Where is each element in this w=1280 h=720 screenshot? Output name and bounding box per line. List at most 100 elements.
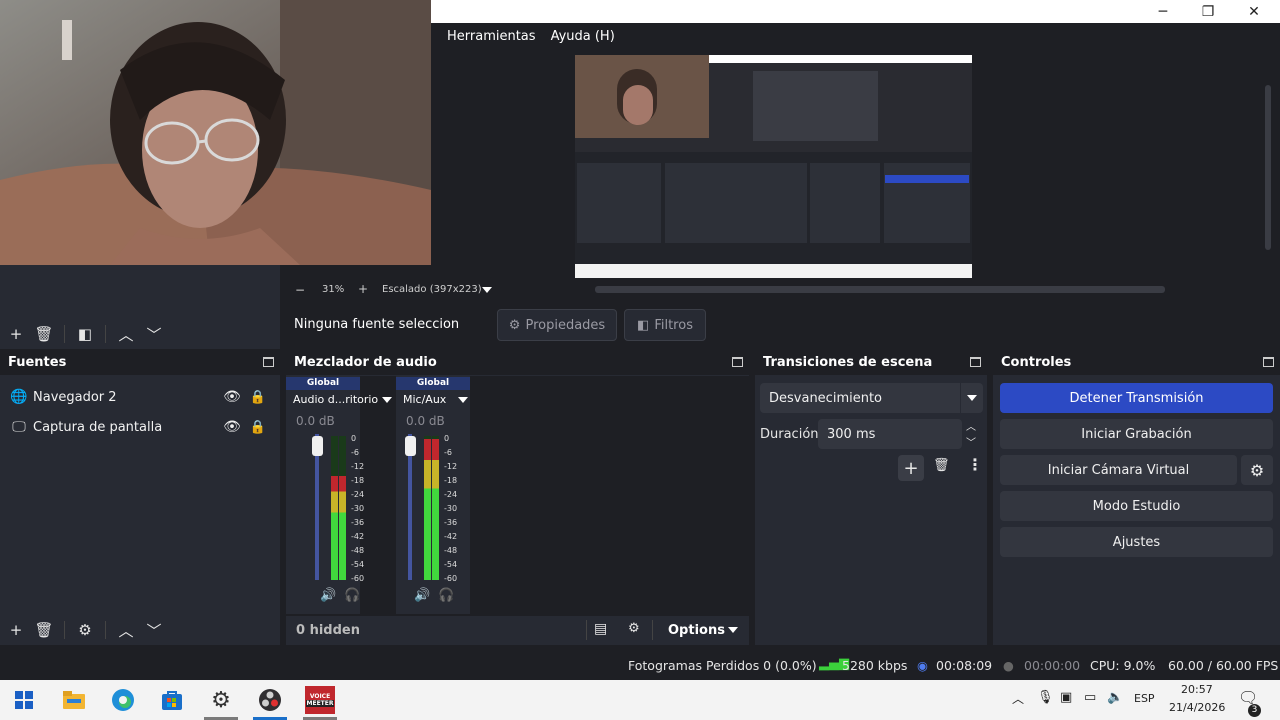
footer-separator: [652, 620, 653, 640]
duration-spinbox[interactable]: 300 ms: [818, 419, 962, 449]
volume-speaker-icon[interactable]: 🔈: [1107, 690, 1123, 705]
mute-speaker-icon[interactable]: 🔊: [320, 588, 336, 603]
clock-date[interactable]: 21/4/2026: [1169, 701, 1225, 714]
dropped-frames: Fotogramas Perdidos 0 (0.0%): [628, 658, 817, 673]
lock-icon[interactable]: 🔒: [248, 420, 268, 435]
toolbar-separator: [105, 621, 106, 639]
input-language[interactable]: ESP: [1134, 692, 1155, 705]
monitor-headphones-icon[interactable]: 🎧: [438, 588, 454, 603]
options-chevron-icon[interactable]: [728, 627, 738, 633]
spin-down-icon[interactable]: ﹀: [966, 434, 976, 449]
restore-button[interactable]: ❐: [1186, 0, 1230, 23]
virtual-camera-settings-gear-icon[interactable]: ⚙: [1241, 455, 1273, 485]
voicemeeter-icon[interactable]: VOICE MEETER: [302, 684, 338, 716]
undock-icon[interactable]: [263, 357, 274, 367]
obs-studio-icon[interactable]: [252, 684, 288, 716]
stream-time: 00:08:09: [936, 658, 993, 673]
move-source-up-icon[interactable]: ︿: [112, 616, 140, 644]
remove-source-icon[interactable]: 🗑: [30, 616, 58, 644]
start-recording-button[interactable]: Iniciar Grabación: [1000, 419, 1273, 449]
microphone-icon[interactable]: 🎙: [1037, 690, 1054, 705]
level-meter-left: [331, 436, 338, 580]
properties-button[interactable]: ⚙ Propiedades: [497, 309, 617, 341]
channel-volume-db: 0.0 dB: [406, 414, 445, 428]
meter-tick-label: -42: [351, 532, 365, 541]
meter-tick-label: -54: [444, 560, 458, 569]
start-virtual-camera-button[interactable]: Iniciar Cámara Virtual: [1000, 455, 1237, 485]
transition-select[interactable]: Desvanecimiento: [760, 383, 983, 413]
channel-menu-icon[interactable]: [382, 397, 392, 403]
tray-overflow-chevron-icon[interactable]: ︿: [1012, 690, 1024, 707]
options-button[interactable]: Options: [668, 623, 725, 638]
channel-name[interactable]: Mic/Aux: [403, 393, 446, 406]
volume-fader-knob[interactable]: [405, 436, 416, 456]
channel-menu-icon[interactable]: [458, 397, 468, 403]
move-scene-up-icon[interactable]: ︿: [112, 320, 140, 348]
zoom-out-icon[interactable]: −: [295, 283, 305, 297]
add-transition-icon[interactable]: +: [898, 455, 924, 481]
add-scene-icon[interactable]: +: [2, 320, 30, 348]
zoom-in-icon[interactable]: +: [358, 282, 368, 296]
sources-title-label: Fuentes: [8, 355, 67, 370]
meter-tick-label: -36: [444, 518, 458, 527]
visibility-eye-icon[interactable]: 👁: [222, 389, 242, 405]
menu-ayuda[interactable]: Ayuda (H): [544, 29, 623, 44]
file-explorer-icon[interactable]: [56, 684, 92, 716]
transitions-title-label: Transiciones de escena: [763, 355, 933, 370]
settings-button[interactable]: Ajustes: [1000, 527, 1273, 557]
monitor-headphones-icon[interactable]: 🎧: [344, 588, 360, 603]
meter-tick-label: -36: [351, 518, 365, 527]
volume-fader-knob[interactable]: [312, 436, 323, 456]
preview-canvas[interactable]: [575, 55, 972, 278]
meter-tick-label: -18: [444, 476, 458, 485]
undock-icon[interactable]: [1263, 357, 1274, 367]
transitions-title: Transiciones de escena: [755, 351, 987, 375]
microsoft-store-icon[interactable]: [154, 684, 190, 716]
visibility-eye-icon[interactable]: 👁: [222, 419, 242, 435]
hidden-channels-label[interactable]: 0 hidden: [296, 623, 360, 638]
undock-icon[interactable]: [970, 357, 981, 367]
minimize-button[interactable]: ─: [1141, 0, 1185, 23]
channel-name[interactable]: Audio d...ritorio: [293, 393, 378, 406]
preview-horizontal-scrollbar[interactable]: [595, 286, 1165, 293]
source-item[interactable]: 🌐 Navegador 2 👁 🔒: [0, 382, 278, 412]
clock-time[interactable]: 20:57: [1181, 683, 1213, 696]
menu-herramientas[interactable]: Herramientas: [431, 29, 544, 44]
layout-toggle-icon[interactable]: ▤: [594, 621, 607, 637]
lock-icon[interactable]: 🔒: [248, 390, 268, 405]
menu-bar: Herramientas Ayuda (H): [431, 23, 1280, 50]
mute-speaker-icon[interactable]: 🔊: [414, 588, 430, 603]
meter-tick-label: -18: [351, 476, 365, 485]
advanced-audio-gear-icon[interactable]: ⚙: [628, 621, 640, 636]
source-item[interactable]: 🖵 Captura de pantalla 👁 🔒: [0, 412, 278, 442]
settings-gear-icon[interactable]: ⚙: [203, 684, 239, 716]
move-scene-down-icon[interactable]: ﹀: [140, 320, 168, 348]
meter-level-fill: [339, 476, 346, 580]
transition-more-icon[interactable]: ⋮: [967, 455, 983, 474]
close-button[interactable]: ✕: [1232, 0, 1276, 23]
preview-vertical-scrollbar[interactable]: [1265, 85, 1271, 250]
edge-browser-icon[interactable]: [105, 684, 141, 716]
undock-icon[interactable]: [732, 357, 743, 367]
meter-tick-label: -6: [444, 448, 452, 457]
stop-streaming-button[interactable]: Detener Transmisión: [1000, 383, 1273, 413]
scaling-label: Escalado (397x223): [382, 284, 482, 295]
battery-icon[interactable]: ▭: [1084, 690, 1096, 705]
zoom-level: 31%: [322, 284, 345, 295]
audio-mixer-title-label: Mezclador de audio: [294, 355, 437, 370]
scene-filters-icon[interactable]: ◧: [71, 320, 99, 348]
filters-button[interactable]: ◧ Filtros: [624, 309, 706, 341]
source-properties-gear-icon[interactable]: ⚙: [71, 616, 99, 644]
add-source-icon[interactable]: +: [2, 616, 30, 644]
windows-start-icon[interactable]: [6, 684, 42, 716]
studio-mode-button[interactable]: Modo Estudio: [1000, 491, 1273, 521]
spin-up-icon[interactable]: ︿: [966, 418, 976, 433]
move-source-down-icon[interactable]: ﹀: [140, 616, 168, 644]
remove-scene-icon[interactable]: 🗑: [30, 320, 58, 348]
globe-icon: 🌐: [10, 389, 28, 405]
scaling-dropdown-icon[interactable]: [482, 287, 492, 293]
screen-capture-tray-icon[interactable]: ▣: [1060, 690, 1072, 705]
chevron-down-icon: [967, 395, 977, 401]
windows-taskbar: ⚙ VOICE MEETER ︿ 🎙 ▣ ▭ 🔈 ESP 20:57 21/4/…: [0, 680, 1280, 720]
remove-transition-icon[interactable]: 🗑: [933, 458, 950, 473]
